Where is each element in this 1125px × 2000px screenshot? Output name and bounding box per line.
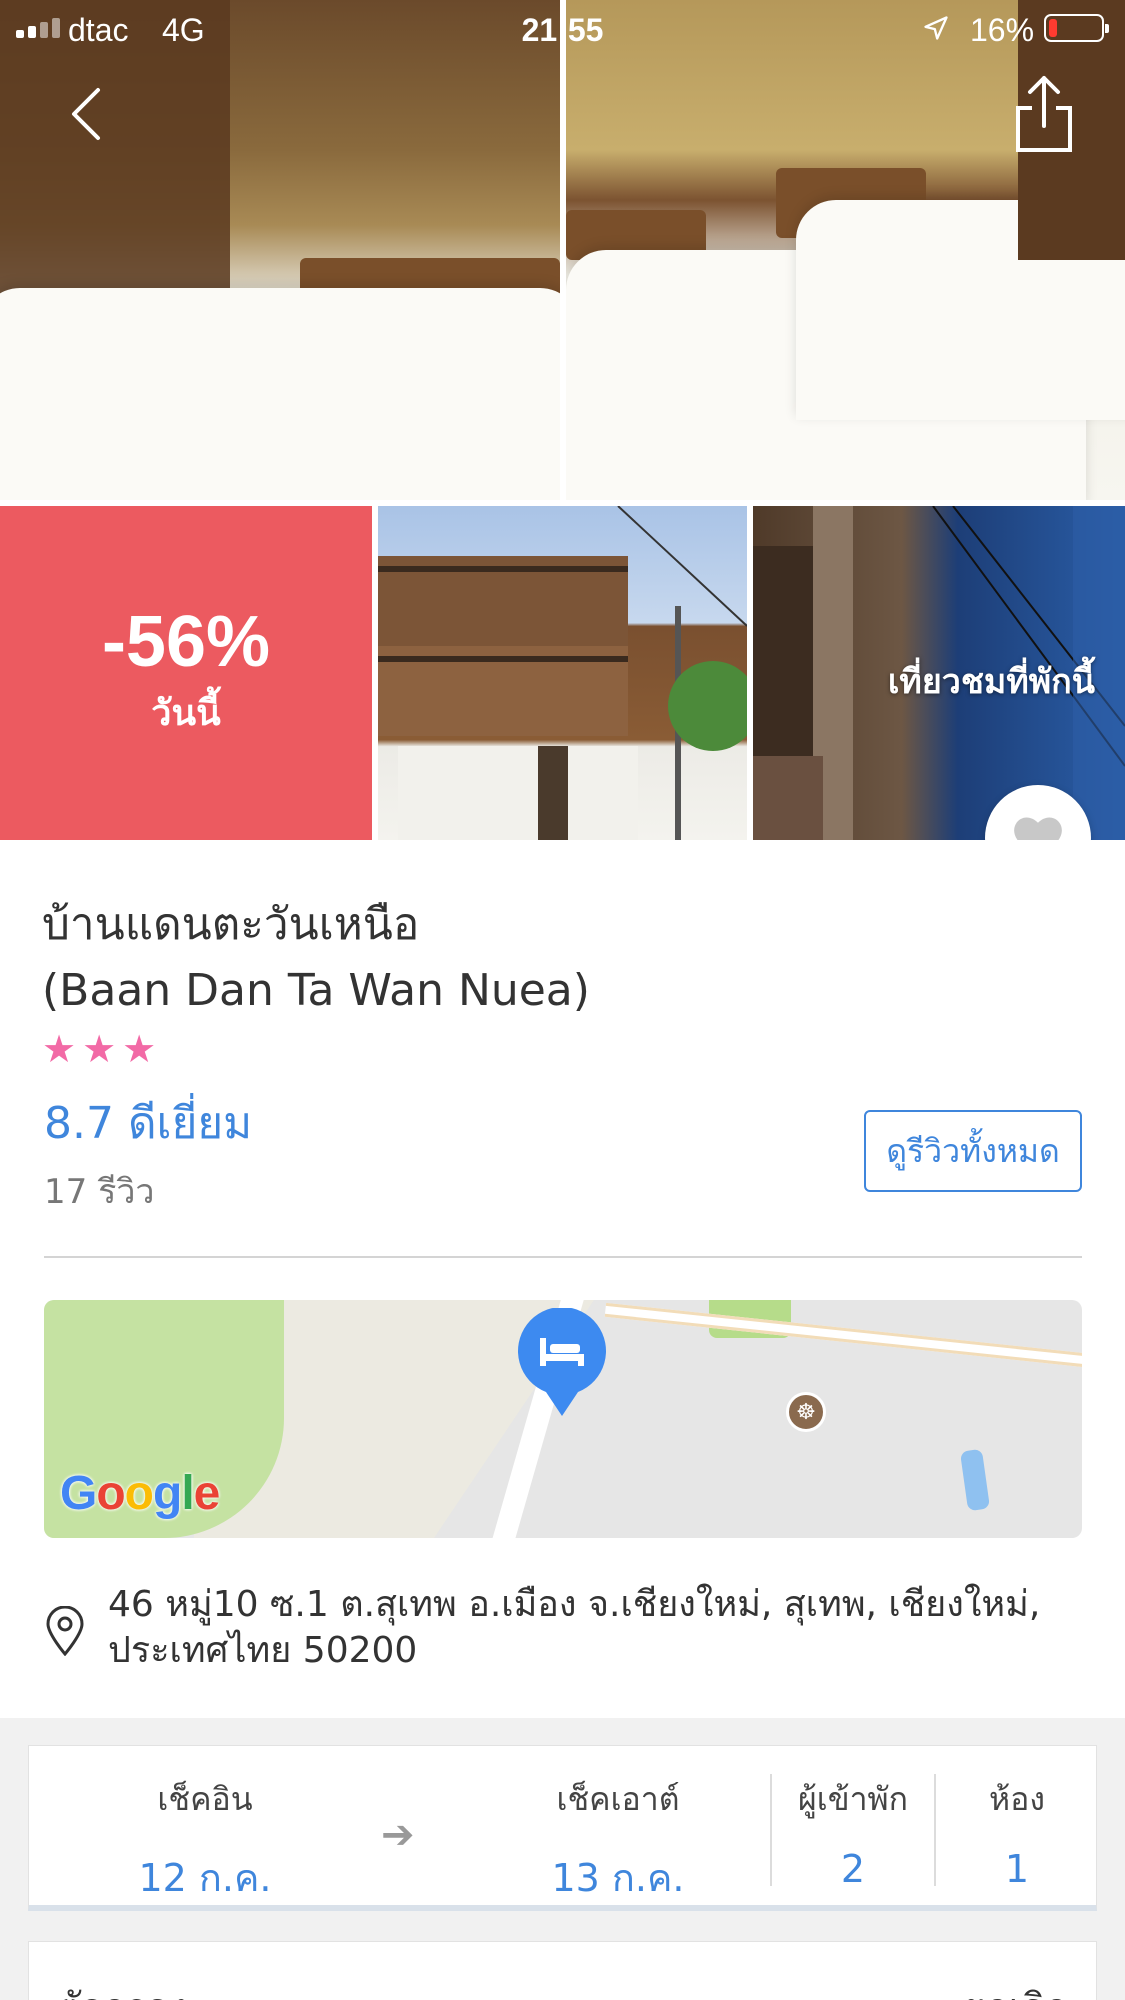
discount-percent: -56% [101, 601, 271, 682]
building-illustration [378, 506, 747, 840]
discount-tile[interactable]: -56% วันนี้ [0, 506, 372, 840]
location-map[interactable]: ☸ Google [44, 1300, 1082, 1538]
discount-label: วันนี้ [151, 692, 221, 734]
location-arrow-icon [924, 16, 948, 40]
battery-level [1049, 19, 1057, 37]
filter-clear-button[interactable]: ยกเลิก [963, 1976, 1068, 2000]
star-rating: ★ ★ ★ [42, 1030, 156, 1068]
review-score[interactable]: 8.7 ดีเยี่ยม [44, 1088, 252, 1158]
share-button[interactable] [1014, 74, 1074, 154]
rooms-count: 1 [1004, 1847, 1030, 1891]
photo-gallery: -56% วันนี้ เที่ยวชมที่พักนี้ dtac 4G 21… [0, 0, 1125, 891]
review-count: 17 รีวิว [44, 1172, 155, 1212]
map-road [604, 1302, 1082, 1372]
exterior-photo[interactable] [378, 506, 747, 840]
star-icon: ★ [82, 1027, 117, 1071]
battery-icon [1044, 14, 1109, 42]
divider [44, 1256, 1082, 1258]
guests-count: 2 [840, 1847, 866, 1891]
hotel-info-section: บ้านแดนตะวันเหนือ (Baan Dan Ta Wan Nuea)… [0, 840, 1125, 1718]
hotel-address: 46 หมู่10 ซ.1 ต.สุเทพ อ.เมือง จ.เชียงใหม… [108, 1582, 1040, 1674]
location-pin-icon [46, 1606, 84, 1656]
status-time: 21:55 [521, 12, 604, 48]
checkin-field[interactable]: เช็คอิน 12 ก.ค. [29, 1746, 381, 1906]
tour-photo[interactable]: เที่ยวชมที่พักนี้ [753, 506, 1125, 840]
room-photo-1[interactable] [0, 0, 560, 500]
chevron-left-icon [72, 88, 100, 140]
address-row[interactable]: 46 หมู่10 ซ.1 ต.สุเทพ อ.เมือง จ.เชียงใหม… [44, 1582, 1104, 1674]
bed-shape [0, 288, 560, 500]
address-line-2: ประเทศไทย 50200 [108, 1630, 418, 1671]
hotel-name-english: (Baan Dan Ta Wan Nuea) [42, 965, 590, 1016]
checkin-date: 12 ก.ค. [138, 1856, 272, 1900]
address-line-1: 46 หมู่10 ซ.1 ต.สุเทพ อ.เมือง จ.เชียงใหม… [108, 1584, 1041, 1625]
filter-title: ตัวกรอง [57, 1976, 188, 2000]
rooms-label: ห้อง [989, 1780, 1045, 1818]
virtual-tour-label: เที่ยวชมที่พักนี้ [887, 662, 1095, 702]
checkout-label: เช็คเอาต์ [556, 1780, 680, 1818]
hotel-name: บ้านแดนตะวันเหนือ (Baan Dan Ta Wan Nuea) [42, 892, 590, 1024]
filter-card[interactable]: ตัวกรอง ยกเลิก [28, 1941, 1097, 2000]
guests-label: ผู้เข้าพัก [798, 1780, 908, 1818]
booking-search-box: เช็คอิน 12 ก.ค. ➔ เช็คเอาต์ 13 ก.ค. ผู้เ… [28, 1745, 1097, 1911]
guests-field[interactable]: ผู้เข้าพัก 2 [772, 1746, 934, 1906]
rooms-field[interactable]: ห้อง 1 [936, 1746, 1098, 1906]
battery-percent: 16% [970, 12, 1035, 48]
star-icon: ★ [122, 1027, 157, 1071]
checkout-field[interactable]: เช็คเอาต์ 13 ก.ค. [437, 1746, 799, 1906]
status-bar: dtac 4G 21:55 16% [0, 0, 1125, 56]
share-icon [1016, 76, 1072, 152]
temple-poi-icon: ☸ [786, 1392, 826, 1432]
arrow-right-icon: ➔ [381, 1812, 415, 1858]
map-water [959, 1448, 991, 1512]
checkin-label: เช็คอิน [157, 1780, 253, 1818]
star-icon: ★ [42, 1027, 77, 1071]
hotel-name-thai: บ้านแดนตะวันเหนือ [42, 899, 420, 950]
checkout-date: 13 ก.ค. [551, 1856, 685, 1900]
back-button[interactable] [62, 84, 112, 144]
view-all-reviews-button[interactable]: ดูรีวิวทั้งหมด [864, 1110, 1082, 1192]
hotel-map-pin[interactable] [516, 1308, 608, 1418]
google-logo: Google [60, 1467, 220, 1520]
